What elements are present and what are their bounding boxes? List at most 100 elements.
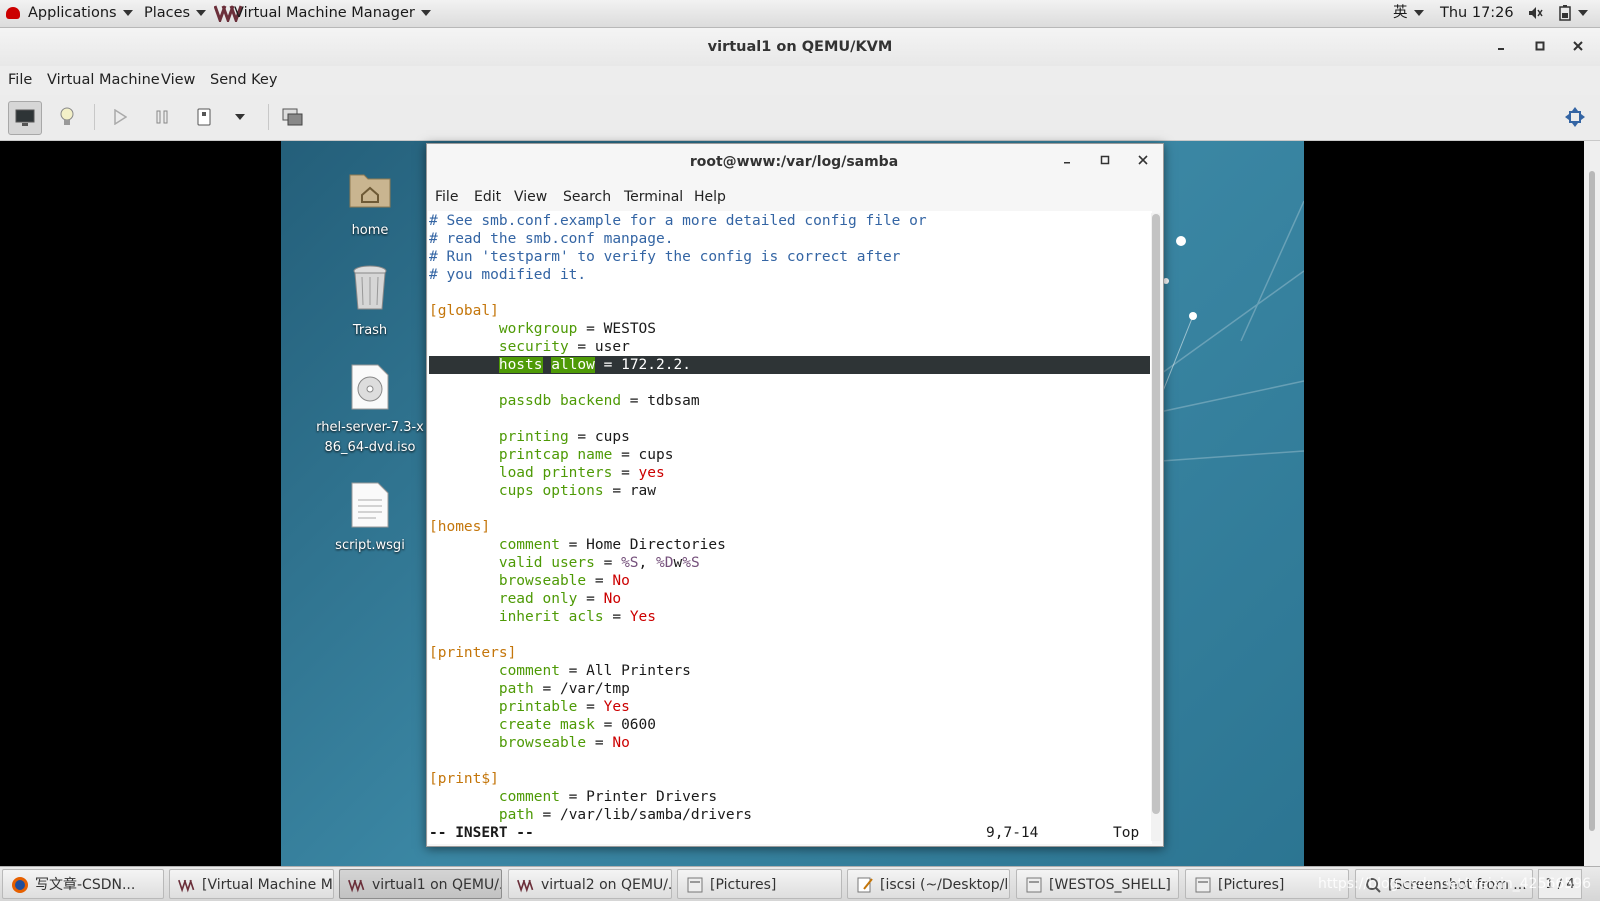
chevron-down-icon <box>420 10 431 16</box>
chevron-down-icon <box>235 114 245 120</box>
shutdown-button[interactable] <box>188 101 220 133</box>
details-view-button[interactable] <box>51 101 83 133</box>
input-method-indicator[interactable]: 英 <box>1393 0 1424 27</box>
shutdown-dropdown[interactable] <box>228 101 252 133</box>
chevron-down-icon <box>196 10 207 16</box>
fullscreen-button[interactable] <box>1559 101 1591 133</box>
config-line-comment: comment = All Printers <box>498 663 691 679</box>
config-line-valid-users: valid users = %S, %Dw%S <box>498 555 700 571</box>
text-file-icon <box>351 482 389 528</box>
config-line-security: security = user <box>498 339 630 355</box>
config-line-hosts-allow-current: hosts allow = 172.2.2. <box>429 356 1150 374</box>
taskbar-item-virt-manager[interactable]: [Virtual Machine M... <box>169 869 334 899</box>
config-line-browseable: browseable = No <box>498 573 630 589</box>
toolbar-separator <box>268 104 269 130</box>
terminal-close-button[interactable] <box>1132 151 1154 173</box>
chevron-down-icon <box>122 10 133 16</box>
config-line-printable: printable = Yes <box>498 699 630 715</box>
config-line-path: path = /var/lib/samba/drivers <box>498 807 753 823</box>
file-manager-icon <box>687 877 703 893</box>
virt-manager-icon <box>348 879 365 893</box>
chevron-down-icon <box>1413 10 1424 16</box>
maximize-button[interactable] <box>1529 36 1551 58</box>
applications-menu[interactable]: Applications <box>6 0 133 27</box>
menu-virtual-machine[interactable]: Virtual Machine <box>47 66 160 95</box>
terminal-title: root@www:/var/log/samba <box>689 154 899 170</box>
monitor-icon <box>15 109 35 126</box>
desktop-icon-rhel-iso[interactable]: rhel-server-7.3-x86_64-dvd.iso <box>315 364 425 458</box>
maximize-icon <box>1100 155 1110 165</box>
pause-icon <box>156 110 168 124</box>
config-line-comment: comment = Printer Drivers <box>498 789 718 805</box>
minimize-icon <box>1064 162 1070 164</box>
vm-window-title: virtual1 on QEMU/KVM <box>707 39 893 55</box>
watermark: https://blog.csdn.net/weixin_42566596 <box>1318 876 1592 892</box>
power-icon <box>197 108 211 126</box>
desktop-icon-script-wsgi[interactable]: script.wsgi <box>315 482 425 556</box>
pause-button[interactable] <box>146 101 178 133</box>
vim-cursor-position: 9,7-14 <box>986 825 1039 841</box>
minimize-button[interactable] <box>1490 36 1512 58</box>
app-menu[interactable]: Virtual Machine Manager <box>213 0 431 27</box>
toolbar-separator <box>94 104 95 130</box>
taskbar-item-virtual1[interactable]: virtual1 on QEMU/... <box>339 869 502 899</box>
minimize-icon <box>1498 48 1504 50</box>
play-icon <box>114 109 127 125</box>
console-view-button[interactable] <box>8 101 42 135</box>
config-line-comment: comment = Home Directories <box>498 537 726 553</box>
config-section-global: [global] <box>429 303 499 319</box>
menu-view[interactable]: View <box>161 66 195 95</box>
virt-manager-icon <box>178 879 195 893</box>
terminal-menu-search[interactable]: Search <box>563 186 611 208</box>
snapshots-button[interactable] <box>277 101 309 133</box>
system-menu[interactable] <box>1558 0 1588 27</box>
virt-manager-icon <box>517 879 534 893</box>
desktop-icon-trash[interactable]: Trash <box>315 263 425 341</box>
close-button[interactable] <box>1567 36 1589 58</box>
chevron-down-icon <box>1578 10 1588 16</box>
terminal-maximize-button[interactable] <box>1094 151 1116 173</box>
menu-file[interactable]: File <box>8 66 32 95</box>
file-manager-icon <box>1195 877 1211 893</box>
terminal-menu-terminal[interactable]: Terminal <box>624 186 683 208</box>
config-comment-line: # read the smb.conf manpage. <box>429 231 674 247</box>
config-comment-line: # See smb.conf.example for a more detail… <box>429 213 927 229</box>
terminal-menu-edit[interactable]: Edit <box>474 186 501 208</box>
config-line-browseable: browseable = No <box>498 735 630 751</box>
desktop-icon-home[interactable]: home <box>315 165 425 241</box>
config-line-path: path = /var/tmp <box>498 681 630 697</box>
places-menu[interactable]: Places <box>144 0 207 27</box>
config-line-create-mask: create mask = 0600 <box>498 717 656 733</box>
volume-icon[interactable] <box>1528 0 1544 27</box>
taskbar-item-westos-shell[interactable]: [WESTOS_SHELL] <box>1016 869 1179 899</box>
terminal-menu-file[interactable]: File <box>435 186 458 208</box>
terminal-menu-help[interactable]: Help <box>694 186 726 208</box>
config-line-printcap: printcap name = cups <box>498 447 674 463</box>
battery-icon <box>1559 5 1571 21</box>
run-button[interactable] <box>104 101 136 133</box>
config-line-load-printers: load printers = yes <box>498 465 665 481</box>
firefox-icon <box>12 877 28 893</box>
taskbar-item-iscsi-editor[interactable]: [iscsi (~/Desktop/l... <box>847 869 1010 899</box>
config-section-printers: [printers] <box>429 645 517 661</box>
clock[interactable]: Thu 17:26 <box>1440 0 1514 27</box>
terminal-menu-view[interactable]: View <box>514 186 547 208</box>
text-editor-icon <box>857 877 873 893</box>
redhat-icon <box>6 7 20 19</box>
maximize-icon <box>1535 41 1545 51</box>
terminal-scrollbar-thumb[interactable] <box>1152 214 1160 814</box>
close-icon <box>1138 155 1148 165</box>
config-section-homes: [homes] <box>429 519 491 535</box>
fullscreen-icon <box>1565 107 1585 127</box>
lightbulb-icon <box>60 107 74 125</box>
menu-send-key[interactable]: Send Key <box>210 66 277 95</box>
taskbar-item-pictures[interactable]: [Pictures] <box>677 869 842 899</box>
scrollbar-thumb[interactable] <box>1589 171 1595 831</box>
taskbar-item-csdn[interactable]: 写文章-CSDN... <box>2 869 164 899</box>
taskbar-item-virtual2[interactable]: virtual2 on QEMU/... <box>508 869 672 899</box>
trash-icon <box>353 265 387 310</box>
close-icon <box>1573 41 1583 51</box>
terminal-minimize-button[interactable] <box>1056 151 1078 173</box>
config-line-inherit-acls: inherit acls = Yes <box>498 609 657 625</box>
vertical-scrollbar[interactable] <box>1584 141 1600 866</box>
